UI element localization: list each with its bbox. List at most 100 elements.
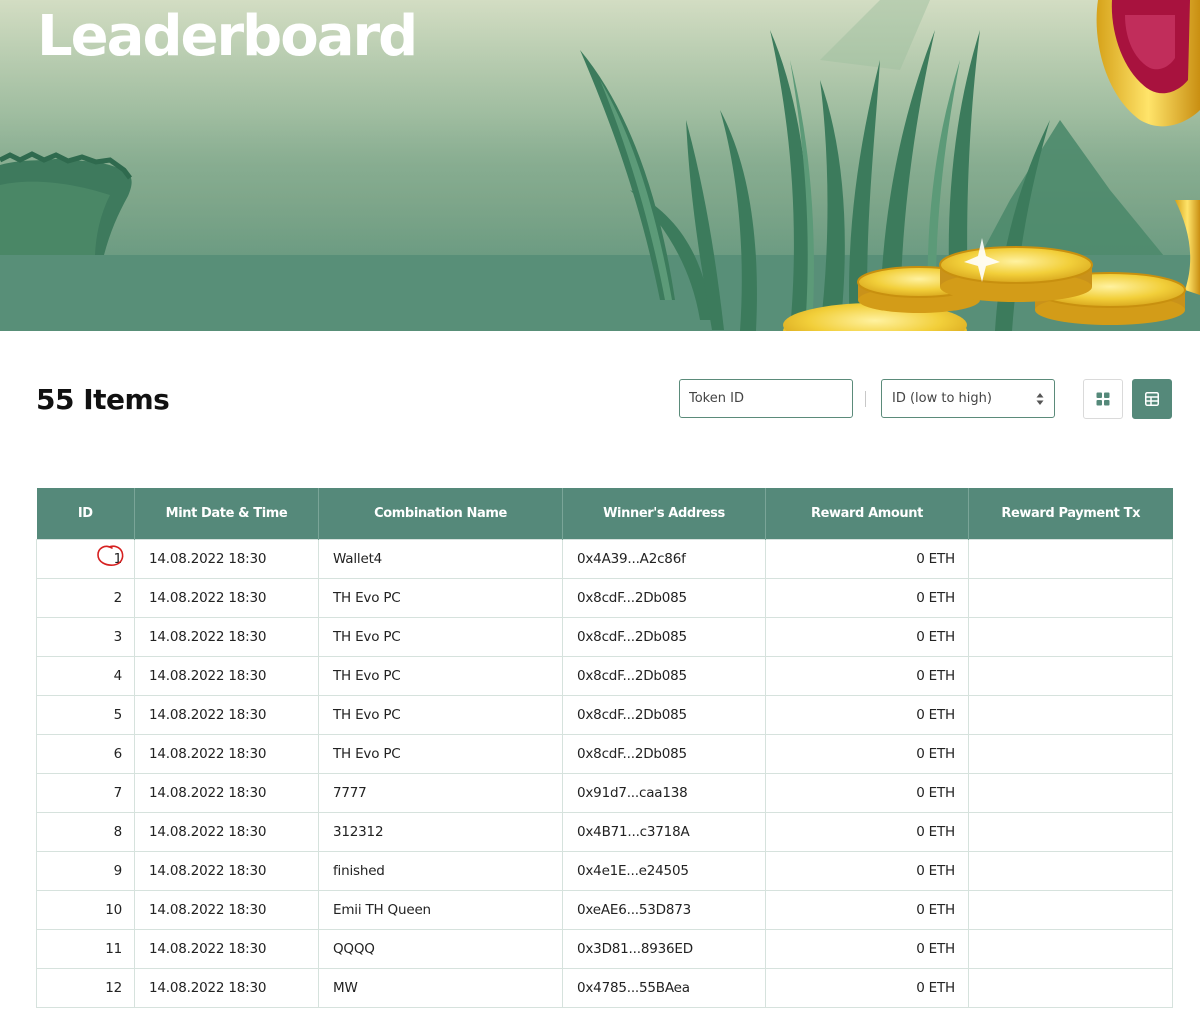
combination-name-cell: QQQQ: [318, 929, 563, 969]
row-id-cell-text: 10: [105, 902, 122, 918]
winner-address-cell[interactable]: 0x4785...55BAea: [562, 968, 766, 1008]
winner-address-cell[interactable]: 0x91d7...caa138: [562, 773, 766, 813]
row-id-cell: 6: [36, 734, 135, 774]
table-row[interactable]: 6 14.08.2022 18:30 TH Evo PC 0x8cdF...2Db08…: [36, 734, 1173, 774]
reward-payment-tx-cell: [968, 539, 1173, 579]
row-id-cell-text: 3: [113, 629, 123, 645]
table-row[interactable]: 9 14.08.2022 18:30 finished 0x4e1E...e24505…: [36, 851, 1173, 891]
combination-name-cell: finished: [318, 851, 563, 891]
table-row[interactable]: 11 14.08.2022 18:30 QQQQ 0x3D81...8936ED 0 E…: [36, 929, 1173, 969]
combination-name-cell-text: 312312: [333, 824, 384, 840]
table-row[interactable]: 5 14.08.2022 18:30 TH Evo PC 0x8cdF...2Db08…: [36, 695, 1173, 735]
reward-payment-tx-cell: [968, 773, 1173, 813]
winner-address-cell[interactable]: 0x8cdF...2Db085: [562, 695, 766, 735]
combination-name-cell-text: QQQQ: [333, 941, 375, 957]
winner-address-cell[interactable]: 0xeAE6...53D873: [562, 890, 766, 930]
table-view-icon: [1145, 392, 1159, 406]
reward-amount-cell: 0 ETH: [765, 812, 969, 852]
column-header-combination-name[interactable]: Combination Name: [318, 488, 563, 540]
sort-select[interactable]: ID (low to high): [881, 379, 1055, 418]
reward-payment-tx-cell: [968, 812, 1173, 852]
mint-date-cell-text: 14.08.2022 18:30: [149, 629, 267, 645]
table-row[interactable]: 3 14.08.2022 18:30 TH Evo PC 0x8cdF...2Db08…: [36, 617, 1173, 657]
winner-address-cell[interactable]: 0x8cdF...2Db085: [562, 578, 766, 618]
mint-date-cell-text: 14.08.2022 18:30: [149, 863, 267, 879]
table-row[interactable]: 12 14.08.2022 18:30 MW 0x4785...55BAea 0 ETH: [36, 968, 1173, 1008]
winner-address-cell[interactable]: 0x4A39...A2c86f: [562, 539, 766, 579]
combination-name-cell-text: TH Evo PC: [333, 668, 401, 684]
row-id-cell: 10: [36, 890, 135, 930]
mint-date-cell-text: 14.08.2022 18:30: [149, 590, 267, 606]
reward-amount-cell-text: 0 ETH: [916, 746, 955, 762]
reward-payment-tx-cell: [968, 851, 1173, 891]
reward-payment-tx-cell: [968, 617, 1173, 657]
reward-payment-tx-cell: [968, 929, 1173, 969]
row-id-cell: 8: [36, 812, 135, 852]
winner-address-cell[interactable]: 0x4e1E...e24505: [562, 851, 766, 891]
reward-amount-cell: 0 ETH: [765, 851, 969, 891]
combination-name-cell: TH Evo PC: [318, 734, 563, 774]
token-id-search-input[interactable]: [679, 379, 853, 418]
row-id-cell-text: 11: [105, 941, 122, 957]
reward-amount-cell-text: 0 ETH: [916, 707, 955, 723]
winner-address-cell-text: 0x4A39...A2c86f: [577, 551, 686, 567]
column-header-reward-payment-tx[interactable]: Reward Payment Tx: [968, 488, 1173, 540]
winner-address-cell[interactable]: 0x4B71...c3718A: [562, 812, 766, 852]
reward-amount-cell-text: 0 ETH: [916, 902, 955, 918]
winner-address-cell[interactable]: 0x8cdF...2Db085: [562, 656, 766, 696]
reward-amount-cell: 0 ETH: [765, 695, 969, 735]
combination-name-cell: MW: [318, 968, 563, 1008]
row-id-cell: 1: [36, 539, 135, 579]
column-header-id[interactable]: ID: [36, 488, 135, 540]
winner-address-cell-text: 0x4e1E...e24505: [577, 863, 689, 879]
sort-select-value: ID (low to high): [892, 391, 992, 406]
hero-banner: Leaderboard: [0, 0, 1200, 331]
mint-date-cell-text: 14.08.2022 18:30: [149, 824, 267, 840]
reward-amount-cell-text: 0 ETH: [916, 551, 955, 567]
mint-date-cell: 14.08.2022 18:30: [134, 890, 319, 930]
table-row[interactable]: 8 14.08.2022 18:30 312312 0x4B71...c3718A 0 …: [36, 812, 1173, 852]
winner-address-cell-text: 0x91d7...caa138: [577, 785, 688, 801]
page-title: Leaderboard: [37, 4, 418, 69]
reward-amount-cell-text: 0 ETH: [916, 590, 955, 606]
grid-icon: [1096, 392, 1110, 406]
winner-address-cell[interactable]: 0x8cdF...2Db085: [562, 734, 766, 774]
leaderboard-table: ID Mint Date & Time Combination Name Win…: [36, 488, 1173, 1008]
mint-date-cell-text: 14.08.2022 18:30: [149, 551, 267, 567]
mint-date-cell-text: 14.08.2022 18:30: [149, 902, 267, 918]
row-id-cell: 5: [36, 695, 135, 735]
winner-address-cell[interactable]: 0x3D81...8936ED: [562, 929, 766, 969]
table-row[interactable]: 4 14.08.2022 18:30 TH Evo PC 0x8cdF...2Db08…: [36, 656, 1173, 696]
reward-amount-cell-text: 0 ETH: [916, 668, 955, 684]
winner-address-cell[interactable]: 0x8cdF...2Db085: [562, 617, 766, 657]
combination-name-cell-text: TH Evo PC: [333, 629, 401, 645]
reward-amount-cell-text: 0 ETH: [916, 629, 955, 645]
mint-date-cell-text: 14.08.2022 18:30: [149, 746, 267, 762]
reward-amount-cell: 0 ETH: [765, 929, 969, 969]
row-id-cell: 3: [36, 617, 135, 657]
leaderboard-table-container: ID Mint Date & Time Combination Name Win…: [36, 488, 1173, 1008]
table-row[interactable]: 2 14.08.2022 18:30 TH Evo PC 0x8cdF...2Db08…: [36, 578, 1173, 618]
reward-payment-tx-cell: [968, 734, 1173, 774]
combination-name-cell: TH Evo PC: [318, 695, 563, 735]
grid-view-button[interactable]: [1083, 379, 1123, 419]
winner-address-cell-text: 0x8cdF...2Db085: [577, 668, 687, 684]
combination-name-cell-text: MW: [333, 980, 358, 996]
row-id-cell-text: 2: [113, 590, 123, 606]
combination-name-cell: TH Evo PC: [318, 617, 563, 657]
mint-date-cell: 14.08.2022 18:30: [134, 695, 319, 735]
winner-address-cell-text: 0x4B71...c3718A: [577, 824, 690, 840]
reward-amount-cell: 0 ETH: [765, 734, 969, 774]
table-row[interactable]: 10 14.08.2022 18:30 Emii TH Queen 0xeAE6...…: [36, 890, 1173, 930]
reward-amount-cell: 0 ETH: [765, 890, 969, 930]
column-header-reward-amount[interactable]: Reward Amount: [765, 488, 969, 540]
column-header-mint-date[interactable]: Mint Date & Time: [134, 488, 319, 540]
column-header-winner-address[interactable]: Winner's Address: [562, 488, 766, 540]
winner-address-cell-text: 0x8cdF...2Db085: [577, 590, 687, 606]
table-view-button[interactable]: [1132, 379, 1172, 419]
combination-name-cell: 312312: [318, 812, 563, 852]
table-row[interactable]: 1 14.08.2022 18:30 Wallet4 0x4A39...A2c86f 0…: [36, 539, 1173, 579]
row-id-cell: 12: [36, 968, 135, 1008]
table-row[interactable]: 7 14.08.2022 18:30 7777 0x91d7...caa138 0 ET…: [36, 773, 1173, 813]
red-annotation-circle: [97, 545, 124, 566]
